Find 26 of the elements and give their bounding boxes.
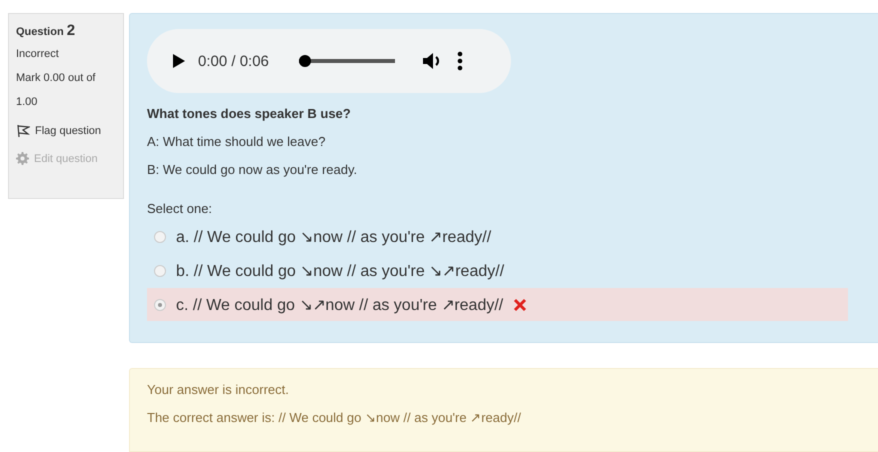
gear-icon [16,152,29,165]
play-icon[interactable] [173,54,185,68]
question-state: Incorrect [16,48,59,60]
question-number: Question 2 [16,22,76,39]
question-prompt: What tones does speaker B use? [147,106,352,121]
option-text: a. // We could go ↘now // as you're ↗ready// [176,228,492,246]
incorrect-answer-row[interactable]: c. // We could go ↘↗now // as you're ↗ready// [147,288,848,321]
dialogue-line: B: We could go now as you're ready. [147,162,358,177]
cross-icon [513,298,528,312]
answer-option[interactable]: b. // We could go ↘now // as you're ↘↗ready// [147,254,848,287]
question-mark: Mark 0.00 out of [16,72,96,84]
playback-time: 0:00 / 0:06 [198,52,270,70]
radio-button[interactable] [154,230,166,242]
radio-button[interactable] [154,264,166,276]
radio-button[interactable] [154,298,166,310]
flag-icon [16,124,30,138]
question-mark-total: 1.00 [16,96,38,108]
option-text: c. // We could go ↘↗now // as you're ↗ready// [176,296,504,314]
feedback-text: Your answer is incorrect. [147,382,290,397]
option-text: b. // We could go ↘now // as you're ↘↗ready// [176,262,504,280]
feedback-text: The correct answer is: // We could go ↘now // as you're ↗ready// [147,410,522,425]
dialogue-line: A: What time should we leave? [147,134,326,149]
flag-question-link[interactable]: Flag question [16,124,102,138]
answer-option[interactable]: a. // We could go ↘now // as you're ↗ready// [147,220,848,253]
more-options-icon[interactable] [457,51,463,71]
select-one-label: Select one: [147,201,214,216]
